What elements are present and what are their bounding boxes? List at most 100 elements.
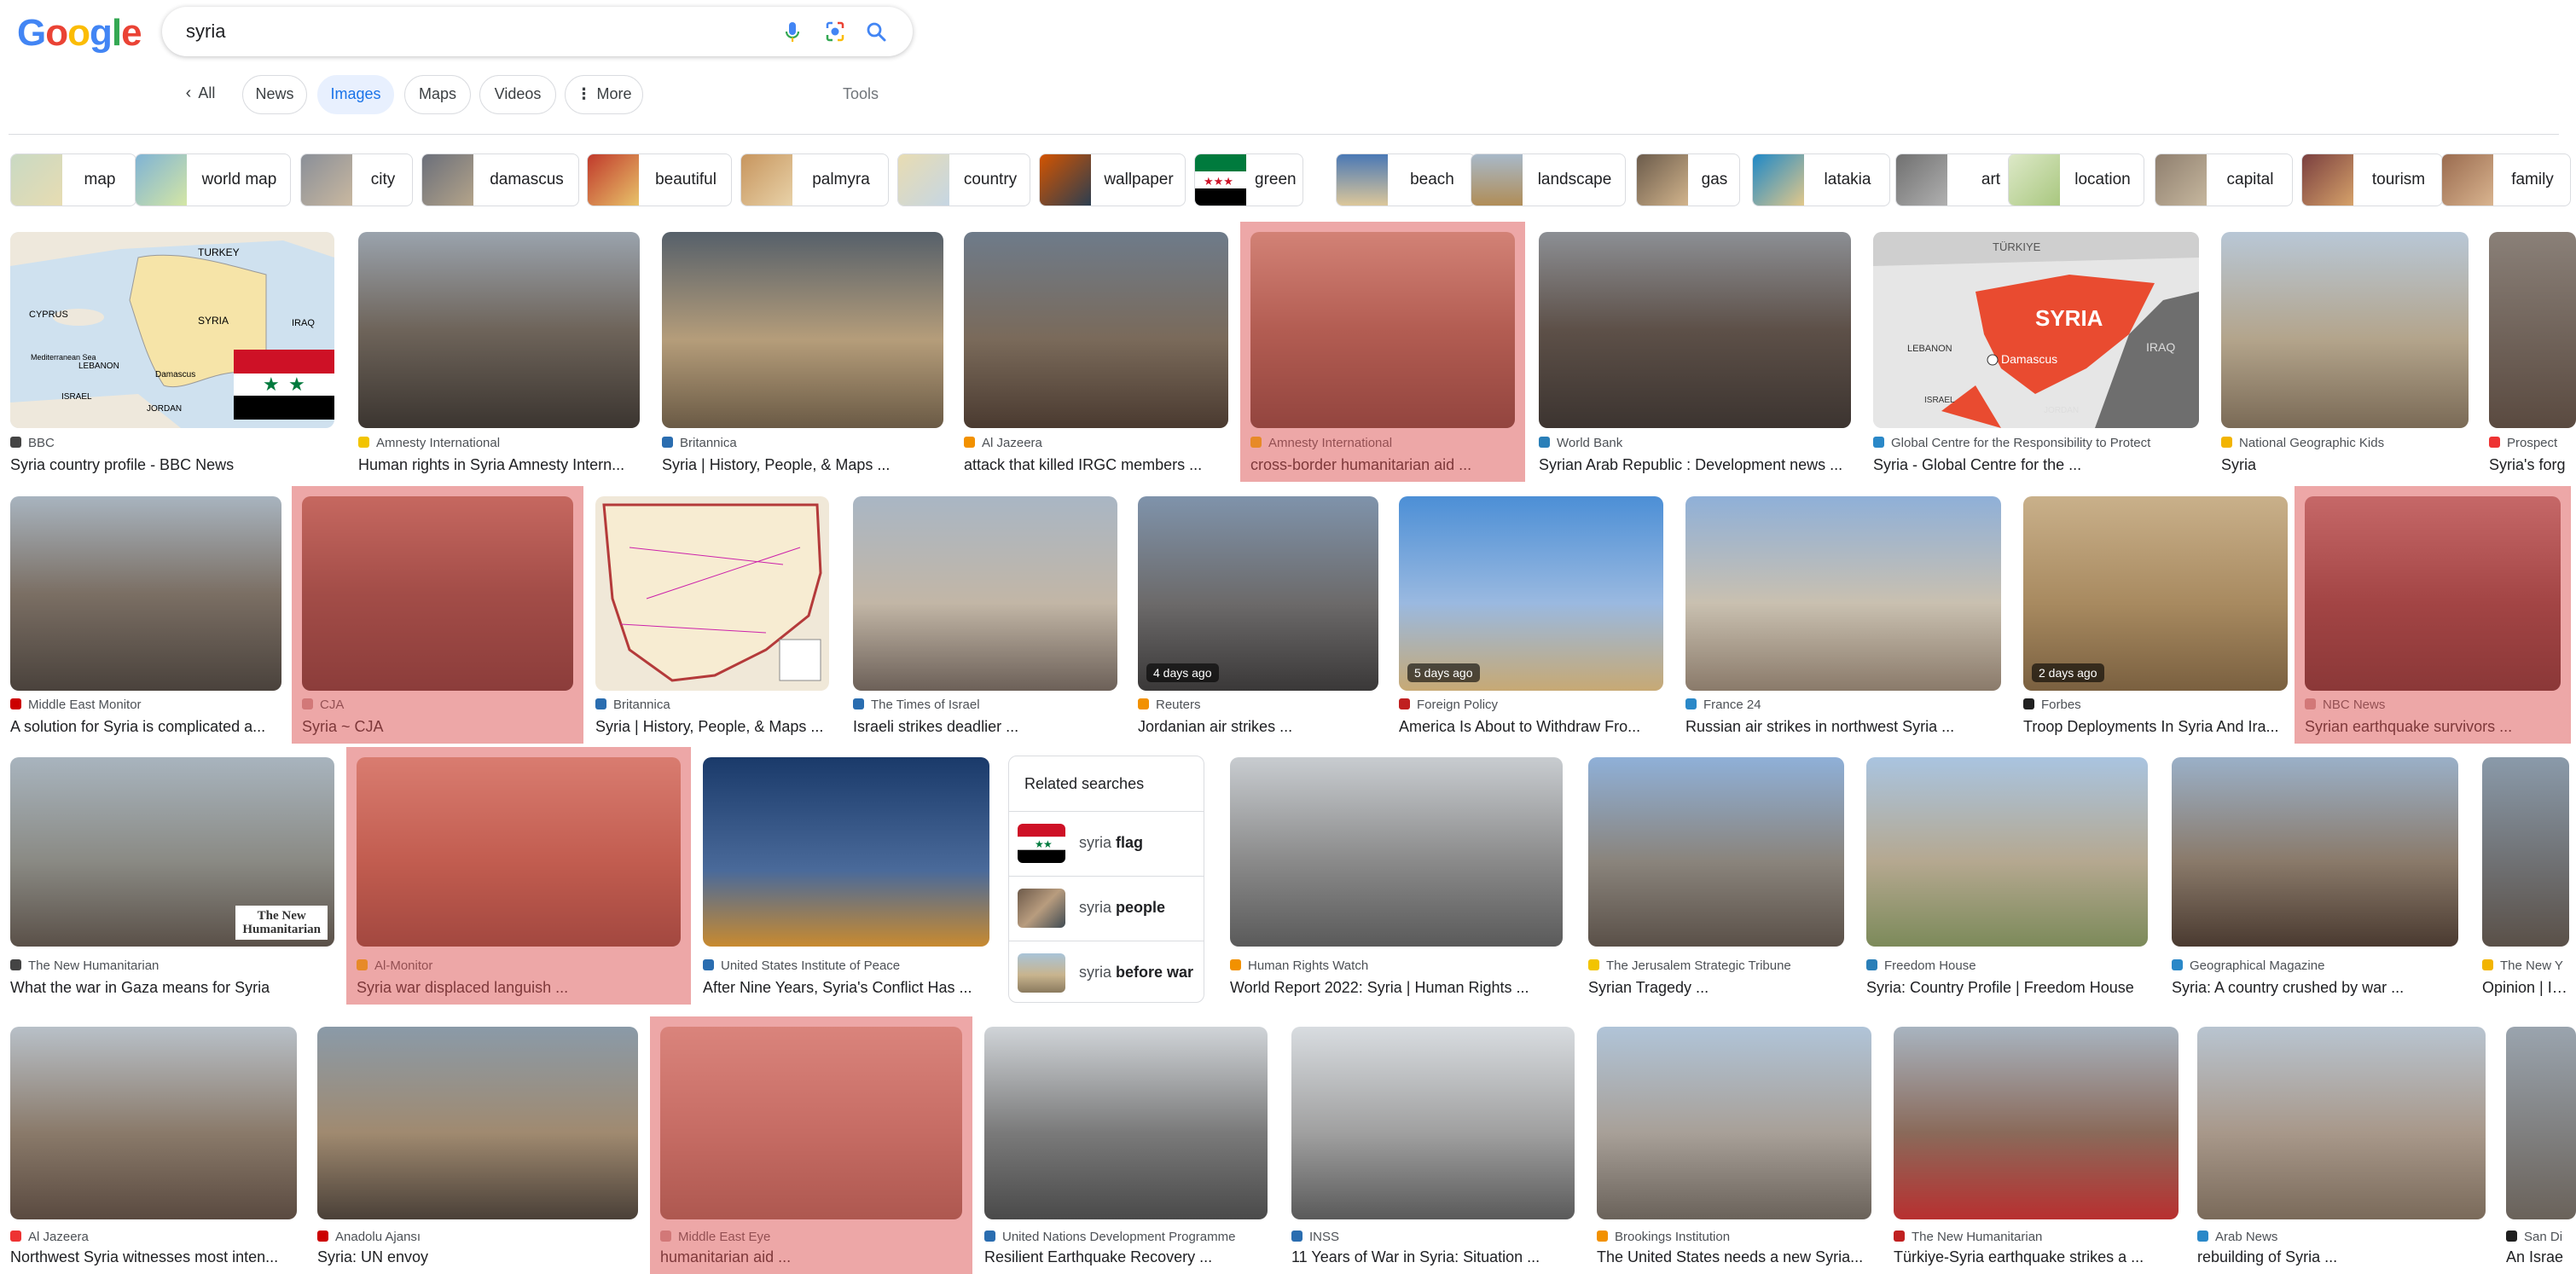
- result-title[interactable]: Northwest Syria witnesses most inten...: [10, 1248, 297, 1266]
- result-title[interactable]: Türkiye-Syria earthquake strikes a ...: [1894, 1248, 2179, 1266]
- result-title[interactable]: Syria: [2221, 456, 2469, 474]
- image-result[interactable]: United States Institute of Peace After Ni…: [703, 757, 989, 1001]
- result-title[interactable]: World Report 2022: Syria | Human Rights …: [1230, 979, 1563, 997]
- result-title[interactable]: A solution for Syria is complicated a...: [10, 718, 281, 736]
- result-source[interactable]: United States Institute of Peace: [703, 958, 989, 973]
- result-source[interactable]: Al Jazeera: [10, 1230, 297, 1244]
- image-result[interactable]: Britannica Syria | History, People, & Map…: [595, 496, 829, 740]
- image-result[interactable]: 5 days ago Foreign Policy America Is About…: [1399, 496, 1663, 740]
- result-title[interactable]: Syria country profile - BBC News: [10, 456, 334, 474]
- result-thumbnail[interactable]: [660, 1027, 962, 1219]
- result-thumbnail[interactable]: The New Humanitarian: [10, 757, 334, 947]
- result-thumbnail[interactable]: [1685, 496, 2001, 691]
- result-thumbnail[interactable]: [2172, 757, 2458, 947]
- result-title[interactable]: An Israe: [2506, 1248, 2576, 1266]
- chip-family[interactable]: family: [2441, 153, 2571, 206]
- result-source[interactable]: Freedom House: [1866, 958, 2148, 973]
- tools-button[interactable]: Tools: [843, 85, 879, 103]
- image-result[interactable]: Al Jazeera Northwest Syria witnesses most…: [10, 1027, 297, 1271]
- chip-capital[interactable]: capital: [2155, 153, 2293, 206]
- result-source[interactable]: Britannica: [595, 698, 829, 712]
- image-result[interactable]: Freedom House Syria: Country Profile | Fr…: [1866, 757, 2148, 1001]
- related-search-item[interactable]: syria people: [1009, 876, 1204, 940]
- result-source[interactable]: Reuters: [1138, 698, 1378, 712]
- search-input[interactable]: syria: [186, 20, 225, 43]
- result-title[interactable]: Syria: UN envoy: [317, 1248, 638, 1266]
- image-result[interactable]: The Times of Israel Israeli strikes deadl…: [853, 496, 1117, 740]
- image-result[interactable]: Amnesty International Human rights in Syr…: [358, 232, 640, 478]
- chip-world-map[interactable]: world map: [135, 153, 291, 206]
- result-thumbnail[interactable]: [1597, 1027, 1871, 1219]
- result-thumbnail[interactable]: [964, 232, 1228, 428]
- image-result[interactable]: 2 days ago Forbes Troop Deployments In Syr…: [2023, 496, 2288, 740]
- chip-gas[interactable]: gas: [1636, 153, 1740, 206]
- result-thumbnail[interactable]: [302, 496, 573, 691]
- result-title[interactable]: Human rights in Syria Amnesty Intern...: [358, 456, 640, 474]
- result-source[interactable]: The New Humanitarian: [1894, 1230, 2179, 1244]
- result-source[interactable]: Amnesty International: [1250, 436, 1515, 450]
- result-thumbnail[interactable]: [1250, 232, 1515, 428]
- result-source[interactable]: Prospect: [2489, 436, 2576, 450]
- image-result[interactable]: Amnesty International cross-border humani…: [1240, 222, 1525, 482]
- result-source[interactable]: National Geographic Kids: [2221, 436, 2469, 450]
- chip-country[interactable]: country: [897, 153, 1030, 206]
- image-result[interactable]: The New Humanitarian The New Humanitarian W…: [10, 757, 334, 1001]
- image-result[interactable]: TURKEY CYPRUS SYRIA IRAQ LEBANON Damascus ISRA…: [10, 232, 334, 478]
- microphone-icon[interactable]: [778, 17, 807, 46]
- result-title[interactable]: Syrian Arab Republic : Development news …: [1539, 456, 1851, 474]
- result-source[interactable]: The Jerusalem Strategic Tribune: [1588, 958, 1844, 973]
- result-source[interactable]: Middle East Eye: [660, 1230, 962, 1244]
- result-title[interactable]: Syrian earthquake survivors ...: [2305, 718, 2561, 736]
- result-title[interactable]: 11 Years of War in Syria: Situation ...: [1291, 1248, 1575, 1266]
- image-result[interactable]: World Bank Syrian Arab Republic : Develop…: [1539, 232, 1851, 478]
- tab-videos[interactable]: Videos: [479, 75, 556, 114]
- result-title[interactable]: Opinion | I W: [2482, 979, 2569, 997]
- chip-beautiful[interactable]: beautiful: [587, 153, 732, 206]
- result-source[interactable]: Amnesty International: [358, 436, 640, 450]
- result-title[interactable]: rebuilding of Syria ...: [2197, 1248, 2486, 1266]
- tab-maps[interactable]: Maps: [404, 75, 471, 114]
- result-thumbnail[interactable]: [2482, 757, 2569, 947]
- result-title[interactable]: Resilient Earthquake Recovery ...: [984, 1248, 1268, 1266]
- result-thumbnail[interactable]: [2221, 232, 2469, 428]
- result-source[interactable]: World Bank: [1539, 436, 1851, 450]
- result-thumbnail[interactable]: [2489, 232, 2576, 428]
- tab-images[interactable]: Images: [317, 75, 394, 114]
- result-title[interactable]: Syria ~ CJA: [302, 718, 573, 736]
- result-title[interactable]: Syria's forg: [2489, 456, 2576, 474]
- result-source[interactable]: Forbes: [2023, 698, 2288, 712]
- image-result[interactable]: Al Jazeera attack that killed IRGC member…: [964, 232, 1228, 478]
- result-thumbnail[interactable]: 2 days ago: [2023, 496, 2288, 691]
- result-title[interactable]: Israeli strikes deadlier ...: [853, 718, 1117, 736]
- result-source[interactable]: Arab News: [2197, 1230, 2486, 1244]
- image-result[interactable]: The Jerusalem Strategic Tribune Syrian Tr…: [1588, 757, 1844, 1001]
- result-source[interactable]: CJA: [302, 698, 573, 712]
- image-result[interactable]: France 24 Russian air strikes in northwes…: [1685, 496, 2001, 740]
- search-box[interactable]: syria: [162, 7, 913, 56]
- chip-damascus[interactable]: damascus: [421, 153, 579, 206]
- image-result[interactable]: 4 days ago Reuters Jordanian air strikes .…: [1138, 496, 1378, 740]
- result-source[interactable]: San Di: [2506, 1230, 2576, 1244]
- image-result[interactable]: The New Humanitarian Türkiye-Syria earthq…: [1894, 1027, 2179, 1271]
- chip-latakia[interactable]: latakia: [1752, 153, 1890, 206]
- result-title[interactable]: Syria | History, People, & Maps ...: [662, 456, 943, 474]
- result-thumbnail[interactable]: [703, 757, 989, 947]
- google-logo[interactable]: Google: [17, 12, 142, 55]
- result-thumbnail[interactable]: [1230, 757, 1563, 947]
- image-result[interactable]: Human Rights Watch World Report 2022: Syr…: [1230, 757, 1563, 1001]
- chip-landscape[interactable]: landscape: [1471, 153, 1626, 206]
- result-source[interactable]: Britannica: [662, 436, 943, 450]
- result-title[interactable]: Jordanian air strikes ...: [1138, 718, 1378, 736]
- image-result[interactable]: Middle East Monitor A solution for Syria …: [10, 496, 281, 740]
- result-source[interactable]: NBC News: [2305, 698, 2561, 712]
- result-title[interactable]: Syria: Country Profile | Freedom House: [1866, 979, 2148, 997]
- result-thumbnail[interactable]: [853, 496, 1117, 691]
- chip-map[interactable]: map: [10, 153, 136, 206]
- image-result[interactable]: Geographical Magazine Syria: A country cr…: [2172, 757, 2458, 1001]
- result-thumbnail[interactable]: [1539, 232, 1851, 428]
- image-result[interactable]: Brookings Institution The United States n…: [1597, 1027, 1871, 1271]
- result-thumbnail[interactable]: [357, 757, 681, 947]
- result-title[interactable]: What the war in Gaza means for Syria: [10, 979, 334, 997]
- result-source[interactable]: United Nations Development Programme: [984, 1230, 1268, 1244]
- result-source[interactable]: Middle East Monitor: [10, 698, 281, 712]
